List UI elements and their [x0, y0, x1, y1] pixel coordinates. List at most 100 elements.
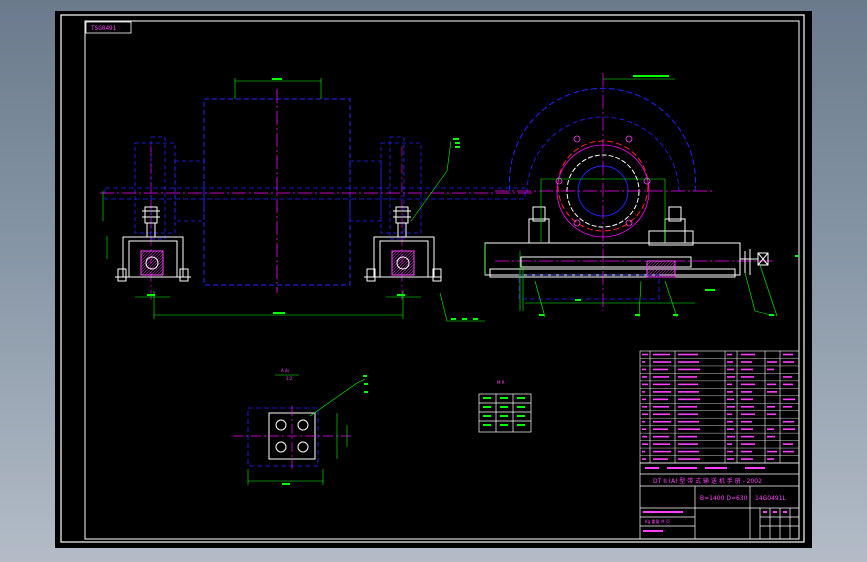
parts-list-cell-mark [783, 428, 795, 430]
parts-list-cell-mark [783, 420, 794, 423]
parts-list-cell-mark [741, 413, 755, 416]
parts-list-cell-mark [727, 435, 735, 438]
parts-list-cell-mark [783, 376, 792, 378]
parts-list-cell-mark [741, 450, 752, 453]
parts-list-cell-mark [767, 391, 777, 393]
parts-list-cell-mark [678, 376, 697, 378]
parts-list-cell-mark [653, 435, 669, 438]
parts-list-cell-mark [767, 435, 775, 438]
drawing-canvas: TSG0491 A 向 1:2 M R DT II (A) 型 带 式 输 送 … [60, 14, 805, 543]
parts-list-cell-mark [767, 361, 777, 363]
parts-list-cell-mark [653, 420, 671, 423]
parts-list-cell-mark [653, 458, 668, 460]
side-view [484, 73, 799, 318]
parts-list-cell-mark [678, 435, 697, 438]
parts-list-cell-mark [727, 376, 735, 378]
parts-list-cell-mark [783, 383, 793, 386]
parts-list-cell-mark [741, 428, 753, 430]
parts-list-cell-mark [642, 428, 646, 430]
parts-list-cell-mark [727, 413, 732, 416]
parts-list-cell-mark [741, 458, 753, 460]
parts-list-cell-mark [727, 383, 732, 386]
parts-list-cell-mark [653, 376, 669, 378]
parts-list-cell-mark [741, 435, 754, 438]
parts-list-cell-mark [678, 428, 700, 430]
dimension-table-heading: M R [497, 380, 505, 385]
parts-list-cell-mark [653, 406, 669, 408]
parts-list-cell-mark [678, 398, 700, 401]
detail-scale-text: 1:2 [286, 376, 293, 381]
right-bearing-block [364, 206, 442, 282]
left-bearing-block [115, 206, 191, 282]
parts-list-cell-mark [642, 376, 647, 378]
parts-list-cell-mark [783, 398, 795, 401]
parts-list-cell-mark [741, 383, 755, 386]
parts-list-cell-mark [767, 368, 774, 371]
parts-list-cell-mark [678, 406, 697, 408]
parts-list-cell-mark [642, 420, 645, 423]
parts-list-cell-mark [783, 406, 792, 408]
parts-list-cell-mark [727, 391, 733, 393]
parts-list-cell-mark [727, 398, 734, 401]
parts-list-cell-mark [741, 398, 753, 401]
parts-list-cell-mark [783, 450, 794, 453]
parts-list-cell-mark [642, 383, 648, 386]
parts-list-cell-mark [642, 435, 647, 438]
parts-list-cell-mark [642, 458, 646, 460]
side-dimensions [484, 78, 778, 318]
title-block-title-text: DT II (A) 型 带 式 输 送 机 手 册 - 2002 [653, 477, 762, 485]
title-block-footer-text: Kg 重量 共 页 [645, 518, 670, 524]
cad-viewport[interactable]: TSG0491 A 向 1:2 M R DT II (A) 型 带 式 输 送 … [55, 11, 812, 548]
parts-list-cell-mark [727, 406, 735, 408]
parts-list-cell-mark [642, 368, 646, 371]
parts-list-cell-mark [642, 406, 647, 408]
parts-list-cell-mark [741, 353, 755, 356]
parts-list-cell-mark [653, 368, 668, 371]
title-block-spec-text: B=1400 D=630 [700, 495, 748, 502]
parts-list-cell-mark [783, 353, 793, 356]
parts-list-cell-mark [678, 383, 698, 386]
parts-list-cell-mark [727, 450, 733, 453]
parts-list-cell-mark [678, 420, 699, 423]
parts-list-cell-mark [653, 450, 671, 453]
parts-list-cell-mark [642, 413, 648, 416]
drawing-code-text: TSG0491 [91, 25, 117, 32]
parts-list-cell-mark [783, 361, 794, 363]
parts-list-cell-mark [727, 443, 732, 445]
parts-list-cell-mark [678, 413, 698, 416]
parts-list-cell-mark [727, 361, 733, 363]
parts-list-cell-mark [767, 406, 775, 408]
parts-list-cell-mark [653, 428, 668, 430]
parts-list-cell-mark [727, 458, 734, 460]
parts-list-cell-mark [767, 458, 774, 460]
parts-list-cell-mark [741, 443, 755, 445]
parts-list-cell-mark [767, 413, 776, 416]
parts-list-cell-mark [678, 391, 699, 393]
parts-list-cell-mark [653, 353, 670, 356]
parts-list-cell-mark [642, 361, 645, 363]
dimension-table: M R [478, 380, 532, 433]
parts-list-cell-mark [783, 443, 793, 445]
parts-list-cell-mark [678, 361, 699, 363]
drawing-code-box: TSG0491 [85, 21, 132, 34]
parts-list-cell-mark [741, 361, 752, 363]
parts-list-cell-mark [642, 353, 648, 356]
parts-list-cell-mark [767, 450, 777, 453]
parts-list-cell-mark [741, 420, 752, 423]
parts-list-cell-mark [642, 450, 645, 453]
parts-list-cell-mark [653, 413, 670, 416]
inner-border [84, 20, 800, 540]
parts-list-cell-mark [741, 391, 752, 393]
parts-list-cell-mark [727, 368, 734, 371]
parts-list-cell-mark [678, 458, 700, 460]
parts-list-cell-mark [653, 443, 670, 445]
parts-list-cell-mark [653, 361, 671, 363]
parts-list-cell-mark [767, 383, 776, 386]
parts-list-cell-mark [727, 353, 732, 356]
parts-list-cell-mark [678, 353, 698, 356]
parts-list-cell-mark [653, 391, 671, 393]
parts-list-cell-mark [741, 406, 754, 408]
detail-label-text: A 向 [281, 367, 289, 373]
parts-list-cell-mark [642, 398, 646, 401]
title-block-code-text: 14G0491L [755, 495, 787, 502]
